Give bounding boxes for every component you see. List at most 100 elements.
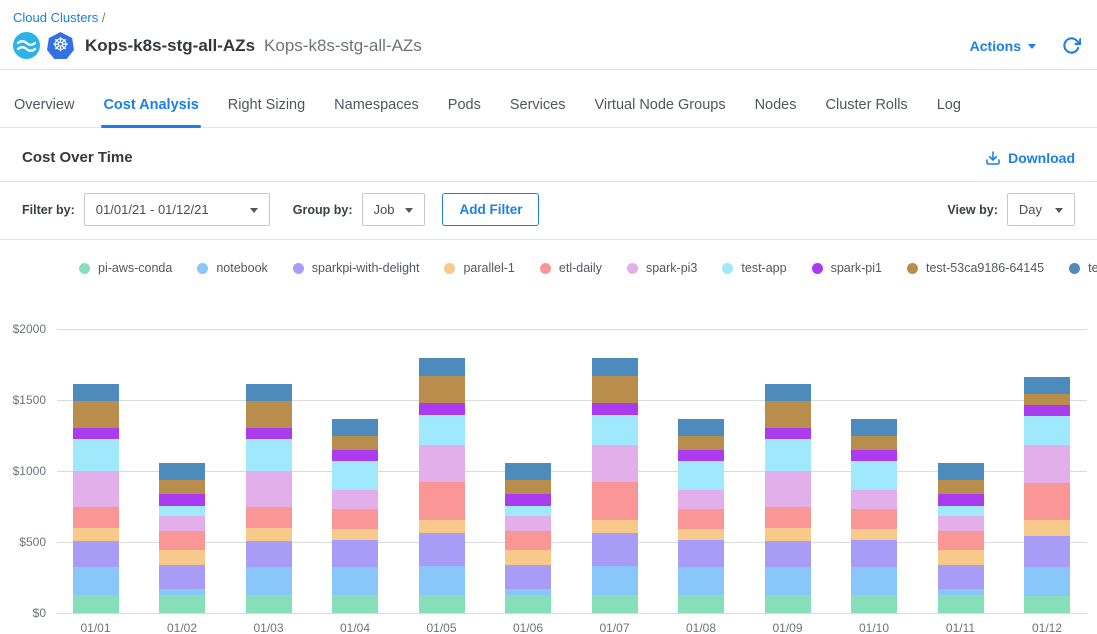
actions-button[interactable]: Actions [970,38,1036,54]
bar-segment-test-pkix[interactable] [1024,377,1070,395]
bar-segment-etl-daily[interactable] [332,509,378,529]
bar-segment-sparkpi-with-delight[interactable] [592,533,638,566]
legend-item-notebook[interactable]: notebook [197,261,267,275]
bar-segment-test-53ca9186-64145[interactable] [678,436,724,450]
bar-segment-notebook[interactable] [678,567,724,595]
bar-segment-test-53ca9186-64145[interactable] [159,480,205,494]
bar-segment-sparkpi-with-delight[interactable] [1024,536,1070,567]
bar-segment-test-app[interactable] [159,506,205,517]
bar-segment-sparkpi-with-delight[interactable] [765,541,811,567]
bar-segment-parallel-1[interactable] [159,550,205,565]
bar-segment-spark-pi1[interactable] [851,450,897,461]
bar-segment-test-53ca9186-64145[interactable] [505,480,551,494]
bar-segment-spark-pi1[interactable] [1024,405,1070,416]
bar-segment-sparkpi-with-delight[interactable] [73,541,119,567]
view-by-select[interactable]: Day [1007,193,1075,226]
bar-segment-notebook[interactable] [419,566,465,595]
bar-segment-parallel-1[interactable] [678,529,724,540]
bar-segment-parallel-1[interactable] [1024,520,1070,536]
bar-segment-spark-pi1[interactable] [678,450,724,461]
legend-item-test-53ca9186-64145[interactable]: test-53ca9186-64145 [907,261,1044,275]
bar-segment-notebook[interactable] [246,567,292,595]
bar-segment-sparkpi-with-delight[interactable] [851,540,897,567]
bar-segment-notebook[interactable] [1024,567,1070,596]
bar-segment-test-pkix[interactable] [332,419,378,437]
bar-segment-pi-aws-conda[interactable] [159,595,205,613]
bar-segment-parallel-1[interactable] [332,529,378,540]
bar-segment-spark-pi3[interactable] [765,471,811,507]
bar-segment-parallel-1[interactable] [246,528,292,541]
bar-segment-parallel-1[interactable] [505,550,551,565]
bar-segment-test-pkix[interactable] [765,384,811,402]
bar-segment-pi-aws-conda[interactable] [938,595,984,613]
bar-segment-etl-daily[interactable] [765,507,811,528]
bar-segment-test-pkix[interactable] [419,358,465,376]
bar-segment-spark-pi3[interactable] [419,445,465,483]
tab-log[interactable]: Log [937,97,961,127]
bar-segment-parallel-1[interactable] [592,520,638,533]
bar-segment-test-pkix[interactable] [938,463,984,480]
bar-segment-test-app[interactable] [938,506,984,517]
bar-segment-spark-pi3[interactable] [73,471,119,507]
bar-segment-spark-pi3[interactable] [851,490,897,508]
legend-item-parallel-1[interactable]: parallel-1 [444,261,514,275]
bar-segment-pi-aws-conda[interactable] [592,595,638,613]
legend-item-etl-daily[interactable]: etl-daily [540,261,602,275]
bar-segment-spark-pi3[interactable] [246,471,292,507]
bar-segment-test-53ca9186-64145[interactable] [592,376,638,403]
bar-segment-pi-aws-conda[interactable] [505,595,551,613]
bar-segment-spark-pi3[interactable] [938,516,984,530]
date-range-select[interactable]: 01/01/21 - 01/12/21 [84,193,270,226]
bar-segment-etl-daily[interactable] [73,507,119,528]
tab-cost-analysis[interactable]: Cost Analysis [103,97,198,127]
bar-segment-etl-daily[interactable] [851,509,897,529]
bar-segment-test-pkix[interactable] [159,463,205,480]
bar-segment-spark-pi1[interactable] [246,428,292,439]
tab-overview[interactable]: Overview [14,97,74,127]
bar-segment-sparkpi-with-delight[interactable] [419,533,465,566]
bar-segment-test-53ca9186-64145[interactable] [419,376,465,403]
bar-segment-spark-pi1[interactable] [765,428,811,439]
bar-segment-spark-pi1[interactable] [505,494,551,505]
bar-segment-notebook[interactable] [73,567,119,595]
add-filter-button[interactable]: Add Filter [442,193,539,226]
bar-segment-etl-daily[interactable] [505,531,551,550]
bar-segment-test-app[interactable] [851,461,897,490]
bar-segment-test-app[interactable] [505,506,551,517]
bar-segment-spark-pi3[interactable] [332,490,378,508]
bar-segment-parallel-1[interactable] [73,528,119,541]
bar-segment-etl-daily[interactable] [938,531,984,550]
bar-segment-test-pkix[interactable] [592,358,638,376]
bar-segment-test-pkix[interactable] [73,384,119,402]
tab-right-sizing[interactable]: Right Sizing [228,97,305,127]
bar-segment-spark-pi1[interactable] [159,494,205,505]
bar-segment-spark-pi3[interactable] [678,490,724,508]
bar-segment-test-app[interactable] [332,461,378,490]
bar-segment-spark-pi3[interactable] [1024,445,1070,483]
bar-segment-sparkpi-with-delight[interactable] [505,565,551,589]
bar-segment-test-app[interactable] [419,415,465,445]
refresh-button[interactable] [1062,36,1081,55]
bar-segment-test-app[interactable] [765,439,811,471]
bar-segment-test-53ca9186-64145[interactable] [938,480,984,494]
group-by-select[interactable]: Job [362,193,426,226]
bar-segment-sparkpi-with-delight[interactable] [678,540,724,567]
bar-segment-pi-aws-conda[interactable] [765,595,811,613]
bar-segment-etl-daily[interactable] [592,482,638,520]
bar-segment-test-app[interactable] [73,439,119,471]
bar-segment-test-app[interactable] [678,461,724,490]
tab-namespaces[interactable]: Namespaces [334,97,419,127]
bar-segment-spark-pi1[interactable] [592,403,638,415]
tab-pods[interactable]: Pods [448,97,481,127]
bar-segment-test-pkix[interactable] [851,419,897,437]
bar-segment-test-53ca9186-64145[interactable] [73,401,119,428]
bar-segment-pi-aws-conda[interactable] [1024,596,1070,613]
bar-segment-etl-daily[interactable] [678,509,724,529]
bar-segment-notebook[interactable] [592,566,638,595]
bar-segment-etl-daily[interactable] [1024,483,1070,520]
legend-item-test-app[interactable]: test-app [722,261,786,275]
bar-segment-etl-daily[interactable] [246,507,292,528]
bar-segment-sparkpi-with-delight[interactable] [938,565,984,589]
legend-item-spark-pi1[interactable]: spark-pi1 [812,261,882,275]
bar-segment-pi-aws-conda[interactable] [419,595,465,613]
